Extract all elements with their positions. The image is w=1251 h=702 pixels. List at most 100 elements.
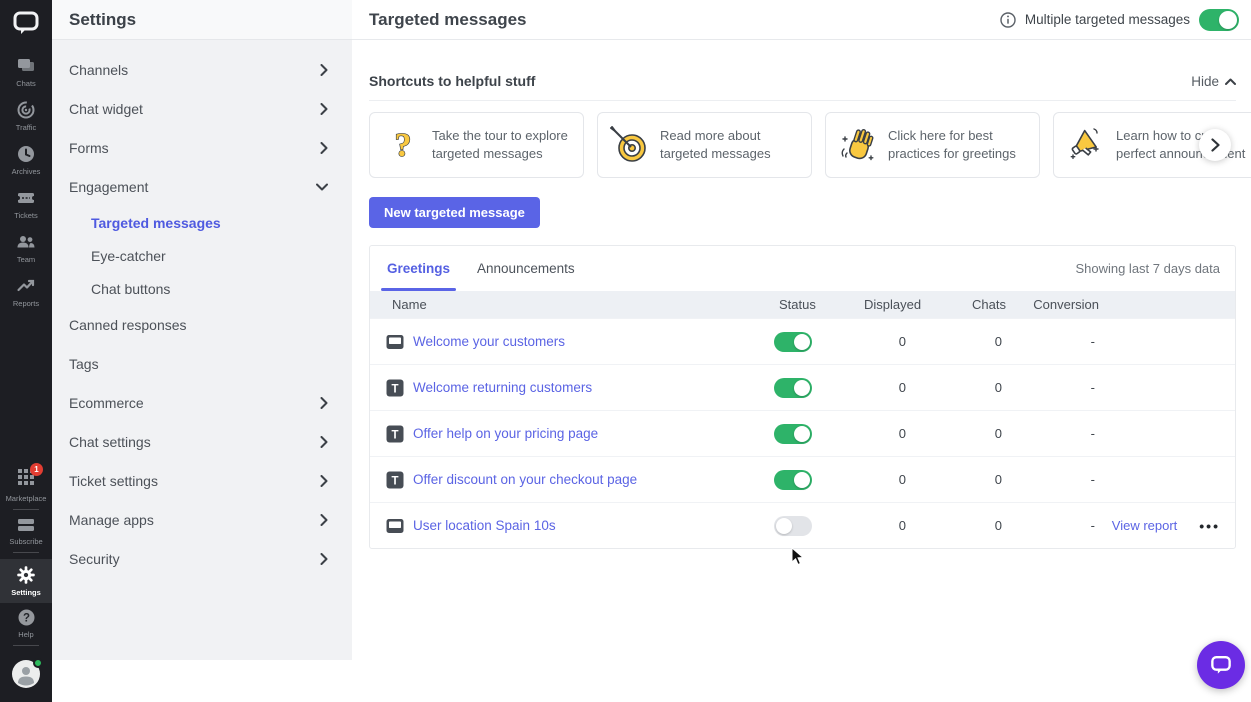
rail-item-label: Help <box>18 630 33 639</box>
message-name-link[interactable]: Welcome your customers <box>413 334 565 349</box>
card-take-tour[interactable]: ? Take the tour to explore targeted mess… <box>369 112 584 178</box>
chevron-right-icon <box>320 436 328 448</box>
text-message-icon: T <box>385 378 405 398</box>
text-message-icon: T <box>385 424 405 444</box>
rail-item-archives[interactable]: Archives <box>0 144 52 176</box>
displayed-value: 0 <box>864 334 914 349</box>
new-targeted-message-button[interactable]: New targeted message <box>369 197 540 228</box>
rail-divider <box>13 645 39 646</box>
message-name-link[interactable]: Offer help on your pricing page <box>413 426 598 441</box>
conversion-value: - <box>1006 380 1099 395</box>
row-status-toggle[interactable] <box>774 332 812 352</box>
sidebar-item-eye-catcher[interactable]: Eye-catcher <box>52 239 352 272</box>
conversion-value: - <box>1006 334 1099 349</box>
multiple-messages-toggle[interactable] <box>1199 9 1239 31</box>
chevron-right-icon <box>1211 138 1220 152</box>
message-name-link[interactable]: Offer discount on your checkout page <box>413 472 637 487</box>
conversion-value: - <box>1006 426 1099 441</box>
sidebar-item-engagement[interactable]: Engagement <box>52 167 352 206</box>
card-read-more[interactable]: Read more about targeted messages <box>597 112 812 178</box>
row-menu-button[interactable]: ••• <box>1199 518 1220 534</box>
sidebar-item-canned-responses[interactable]: Canned responses <box>52 305 352 344</box>
sidebar-item-channels[interactable]: Channels <box>52 50 352 89</box>
displayed-value: 0 <box>864 426 914 441</box>
livechat-logo[interactable] <box>11 9 41 42</box>
chats-value: 0 <box>914 518 1006 533</box>
page-title: Targeted messages <box>369 10 526 30</box>
sidebar-item-manage-apps[interactable]: Manage apps <box>52 500 352 539</box>
col-status: Status <box>774 297 864 312</box>
row-status-toggle[interactable] <box>774 516 812 536</box>
conversion-value: - <box>1006 518 1099 533</box>
row-status-toggle[interactable] <box>774 378 812 398</box>
livechat-logo-icon <box>11 9 41 37</box>
rail-item-team[interactable]: Team <box>0 232 52 264</box>
rail-item-label: Subscribe <box>9 537 42 546</box>
megaphone-icon <box>1063 123 1107 167</box>
message-name-link[interactable]: User location Spain 10s <box>413 518 556 533</box>
shortcuts-title: Shortcuts to helpful stuff <box>369 73 535 89</box>
tab-greetings[interactable]: Greetings <box>387 246 450 291</box>
chat-widget-launcher[interactable] <box>1197 641 1245 689</box>
user-avatar[interactable] <box>11 659 41 694</box>
marketplace-badge: 1 <box>30 463 43 476</box>
sidebar-item-forms[interactable]: Forms <box>52 128 352 167</box>
card-best-practices[interactable]: Click here for best practices for greeti… <box>825 112 1040 178</box>
sidebar-title: Settings <box>69 10 136 30</box>
view-report-link[interactable]: View report <box>1112 518 1178 533</box>
rail-item-marketplace[interactable]: 1 Marketplace <box>0 468 52 503</box>
rail-item-label: Tickets <box>14 211 37 220</box>
conversion-value: - <box>1006 472 1099 487</box>
chats-value: 0 <box>914 426 1006 441</box>
message-name-link[interactable]: Welcome returning customers <box>413 380 592 395</box>
chevron-right-icon <box>320 103 328 115</box>
table-row: Welcome your customers 0 0 - <box>370 318 1235 364</box>
rail-item-tickets[interactable]: Tickets <box>0 188 52 220</box>
displayed-value: 0 <box>864 472 914 487</box>
sidebar-item-tags[interactable]: Tags <box>52 344 352 383</box>
rail-item-label: Chats <box>16 79 36 88</box>
toggle-knob <box>1219 11 1237 29</box>
settings-sidebar: Settings Channels Chat widget Forms Enga… <box>52 0 352 660</box>
messages-panel: Greetings Announcements Showing last 7 d… <box>369 245 1236 549</box>
cards-next-button[interactable] <box>1199 129 1231 161</box>
sidebar-item-chat-buttons[interactable]: Chat buttons <box>52 272 352 305</box>
rail-item-traffic[interactable]: Traffic <box>0 100 52 132</box>
svg-text:T: T <box>391 475 398 487</box>
rail-item-chats[interactable]: Chats <box>0 56 52 88</box>
settings-gear-icon <box>16 565 36 585</box>
sidebar-menu: Channels Chat widget Forms Engagement Ta… <box>52 40 352 578</box>
sidebar-item-targeted-messages[interactable]: Targeted messages <box>52 206 352 239</box>
tab-announcements[interactable]: Announcements <box>477 246 575 291</box>
target-icon <box>607 123 651 167</box>
rail-item-label: Marketplace <box>6 494 47 503</box>
rail-item-reports[interactable]: Reports <box>0 276 52 308</box>
rail-item-subscribe[interactable]: Subscribe <box>0 516 52 546</box>
row-status-toggle[interactable] <box>774 470 812 490</box>
rail-divider <box>13 552 39 553</box>
sidebar-item-ecommerce[interactable]: Ecommerce <box>52 383 352 422</box>
sidebar-header: Settings <box>52 0 352 40</box>
table-row: T Welcome returning customers 0 0 - <box>370 364 1235 410</box>
screen-icon <box>385 332 405 352</box>
sidebar-item-ticket-settings[interactable]: Ticket settings <box>52 461 352 500</box>
main-content: Targeted messages Multiple targeted mess… <box>352 0 1251 702</box>
chevron-right-icon <box>320 514 328 526</box>
col-chats: Chats <box>914 297 1006 312</box>
shortcut-cards: ? Take the tour to explore targeted mess… <box>369 112 1251 178</box>
waving-hand-icon <box>835 123 879 167</box>
tabs-row: Greetings Announcements Showing last 7 d… <box>370 246 1235 291</box>
rail-item-help[interactable]: ? Help <box>0 608 52 639</box>
chats-value: 0 <box>914 334 1006 349</box>
row-status-toggle[interactable] <box>774 424 812 444</box>
rail-item-settings[interactable]: Settings <box>0 559 52 603</box>
chat-bubble-icon <box>1209 654 1233 676</box>
sidebar-item-chat-widget[interactable]: Chat widget <box>52 89 352 128</box>
rail-item-label: Archives <box>12 167 41 176</box>
hide-shortcuts-link[interactable]: Hide <box>1191 74 1236 89</box>
chats-value: 0 <box>914 380 1006 395</box>
sidebar-item-chat-settings[interactable]: Chat settings <box>52 422 352 461</box>
sidebar-item-security[interactable]: Security <box>52 539 352 578</box>
chevron-right-icon <box>320 397 328 409</box>
info-icon[interactable] <box>1000 12 1016 28</box>
